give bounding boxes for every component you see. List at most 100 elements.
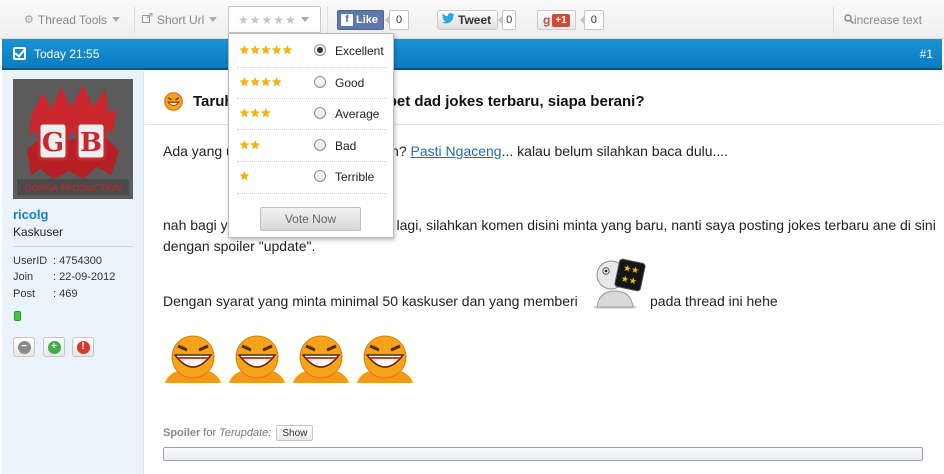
twitter-bird-icon	[442, 13, 455, 27]
facebook-icon: f	[341, 14, 353, 26]
online-status-icon	[14, 311, 21, 321]
stat-label: Post	[13, 288, 36, 300]
stat-label: UserID	[13, 255, 48, 267]
share-icon	[142, 12, 153, 26]
rating-radio-average[interactable]	[314, 107, 326, 119]
facebook-like-label: Like	[356, 14, 379, 26]
spoiler-keyword: Spoiler	[163, 427, 201, 439]
increase-text-label: increase text	[853, 12, 922, 27]
laughing-emoticon-icon	[293, 335, 349, 383]
toolbar-divider	[833, 6, 834, 33]
spoiler-title: Terupdate:	[219, 427, 272, 439]
increase-text-button[interactable]: increase text	[844, 0, 922, 39]
short-url-label: Short Url	[157, 12, 205, 27]
rating-radio-good[interactable]	[314, 76, 326, 88]
ignore-user-button[interactable]: −	[13, 337, 35, 357]
stat-value: : 469	[53, 288, 78, 300]
username-link[interactable]: ricolg	[13, 207, 48, 222]
add-friend-button[interactable]: +	[43, 337, 65, 357]
user-sidebar: G B GORGA PRODUCTION ricolg Kaskuser Use…	[2, 71, 144, 474]
tweet-button[interactable]: Tweet	[437, 10, 499, 30]
google-plus-widget[interactable]: g +1 0	[537, 10, 604, 30]
report-user-button[interactable]: !	[72, 337, 94, 357]
facebook-like-widget[interactable]: f Like 0	[337, 10, 410, 30]
svg-text:G: G	[42, 128, 64, 158]
paragraph-line: dengan spoiler "update".	[163, 238, 316, 254]
rating-option-terrible[interactable]: ★ Terrible	[229, 161, 393, 192]
avatar-caption: GORGA PRODUCTION	[25, 184, 122, 194]
stat-value: : 22-09-2012	[53, 271, 116, 283]
stat-value: : 4754300	[53, 255, 102, 267]
avatar[interactable]: G B GORGA PRODUCTION	[13, 79, 133, 199]
vote-now-button[interactable]: Vote Now	[260, 207, 361, 231]
rating-dropdown-toggle[interactable]: ★★★★★	[228, 6, 321, 33]
divider	[237, 193, 387, 194]
paragraph-text: pada thread ini hehe	[650, 293, 778, 309]
chevron-down-icon	[112, 17, 121, 22]
rating-radio-excellent[interactable]	[314, 44, 326, 56]
rating-option-excellent[interactable]: ★★★★★ Excellent	[229, 35, 393, 66]
post-header: Today 21:55 #1	[2, 39, 942, 70]
checkbox-icon[interactable]	[13, 47, 26, 60]
rating-option-average[interactable]: ★★★ Average	[229, 98, 393, 129]
laughing-emoticon-icon	[357, 335, 413, 383]
spoiler-header: Spoiler for Terupdate: Show	[163, 425, 314, 441]
paragraph-text: ... kalau belum silahkan baca dulu....	[501, 143, 729, 159]
user-stat-userid: UserID : 4754300	[13, 255, 102, 267]
user-stat-post: Post : 469	[13, 288, 77, 300]
thread-tools-label: Thread Tools	[37, 12, 108, 27]
star-rating-icon: ★★	[239, 138, 261, 152]
toolbar-divider	[327, 6, 328, 33]
laughing-emoticon-icon	[165, 335, 221, 383]
google-plus-icon: g	[543, 13, 551, 27]
alert-icon: !	[76, 340, 90, 354]
rating-option-bad[interactable]: ★★ Bad	[229, 130, 393, 161]
google-plus-label: +1	[552, 13, 570, 27]
rating-option-label: Average	[335, 107, 380, 121]
rating-radio-bad[interactable]	[314, 139, 326, 151]
rating-option-label: Terrible	[335, 170, 375, 184]
zoom-icon	[844, 13, 855, 27]
stat-label: Join	[13, 271, 34, 283]
laughing-emoticons	[163, 333, 419, 383]
spoiler-show-button[interactable]: Show	[276, 425, 314, 441]
gear-icon: ⚙	[24, 14, 34, 26]
post-paragraph-3: Dengan syarat yang minta minimal 50 kask…	[163, 291, 578, 312]
minus-icon: −	[17, 340, 31, 354]
tweet-count: 0	[498, 10, 517, 30]
post-number-link[interactable]: #1	[920, 47, 933, 61]
post-paragraph-3-end: pada thread ini hehe	[650, 291, 778, 312]
thread-toolbar: ⚙ Thread Tools Short Url ★★★★★ f Like 0	[0, 0, 944, 39]
star-rating-icon: ★★★★	[239, 75, 283, 89]
svg-text:B: B	[80, 128, 102, 158]
rating-option-label: Bad	[335, 139, 357, 153]
tweet-widget[interactable]: Tweet 0	[437, 10, 517, 30]
facebook-like-count: 0	[385, 10, 410, 30]
chevron-down-icon	[209, 17, 218, 22]
rating-option-good[interactable]: ★★★★ Good	[229, 67, 393, 98]
chevron-down-icon	[300, 17, 309, 22]
spoiler-box[interactable]	[163, 447, 923, 461]
rating-stars-icon: ★★★★★	[238, 12, 297, 27]
star-rating-icon: ★	[239, 169, 250, 183]
paragraph-text: Dengan syarat yang minta minimal 50 kask…	[163, 293, 578, 309]
thread-tools-button[interactable]: ⚙ Thread Tools	[24, 0, 121, 39]
facebook-like-button[interactable]: f Like	[337, 10, 385, 30]
user-title: Kaskuser	[13, 225, 64, 239]
google-plus-button[interactable]: g +1	[537, 10, 576, 30]
toolbar-divider	[134, 6, 135, 33]
post-timestamp: Today 21:55	[34, 46, 100, 61]
rating-radio-terrible[interactable]	[314, 170, 326, 182]
rating-option-label: Excellent	[335, 44, 384, 58]
rating-option-label: Good	[335, 76, 365, 90]
tweet-label: Tweet	[458, 13, 492, 27]
user-stat-join: Join : 22-09-2012	[13, 271, 115, 283]
laughing-emoticon-icon	[229, 335, 285, 383]
star-rating-icon: ★★★★★	[239, 43, 293, 57]
thread-link[interactable]: Pasti Ngaceng	[411, 143, 502, 159]
page: ⚙ Thread Tools Short Url ★★★★★ f Like 0	[0, 0, 944, 474]
divider	[13, 246, 133, 247]
google-plus-count: 0	[579, 10, 604, 30]
short-url-button[interactable]: Short Url	[142, 0, 218, 39]
plus-icon: +	[47, 340, 61, 354]
